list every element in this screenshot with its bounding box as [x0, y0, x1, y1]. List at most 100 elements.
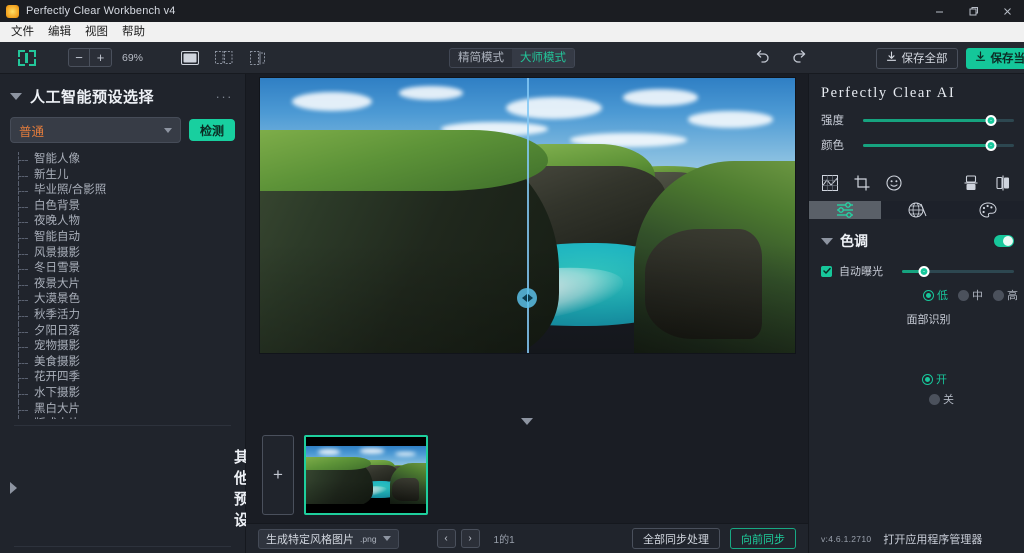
- radio-dot-icon: [958, 289, 969, 301]
- tone-section-toggle[interactable]: [994, 235, 1014, 247]
- zoom-out-button[interactable]: −: [68, 48, 90, 67]
- chevron-right-icon[interactable]: [10, 482, 226, 494]
- global-sliders: 强度 颜色: [809, 112, 1024, 164]
- preset-item[interactable]: 美食摄影: [18, 354, 245, 371]
- preset-item[interactable]: 夕阳日落: [18, 323, 245, 340]
- compare-split-line[interactable]: [527, 78, 529, 353]
- exposure-low-radio[interactable]: 低: [923, 287, 948, 303]
- detect-button[interactable]: 检测: [188, 119, 235, 141]
- side-by-side-view-icon[interactable]: [246, 48, 270, 68]
- zoom-controls: − +: [68, 48, 112, 67]
- next-image-button[interactable]: ›: [460, 529, 480, 548]
- sync-all-button[interactable]: 全部同步处理: [632, 528, 720, 549]
- tab-noise[interactable]: [881, 201, 953, 219]
- right-panel-title: Perfectly Clear AI: [821, 85, 956, 101]
- filmstrip-thumbnail[interactable]: [304, 435, 428, 515]
- menu-bar: 文件 编辑 视图 帮助: [0, 22, 1024, 42]
- face-detect-off-radio[interactable]: 关: [929, 391, 954, 407]
- mode-master-button[interactable]: 大师模式: [512, 48, 574, 67]
- open-app-manager-link[interactable]: 打开应用程序管理器: [883, 531, 982, 547]
- version-label: v:4.6.1.2710: [821, 534, 872, 544]
- color-slider[interactable]: [863, 139, 1014, 151]
- center-area: + 生成特定风格图片 .png ‹ › 1的1 全部同步处理 向前同步: [246, 74, 808, 553]
- minimize-button[interactable]: [922, 0, 956, 22]
- tab-color[interactable]: [952, 201, 1024, 219]
- preset-item[interactable]: 宠物摄影: [18, 339, 245, 355]
- exposure-low-label: 低: [937, 290, 948, 302]
- menu-edit[interactable]: 编辑: [41, 22, 78, 42]
- preset-item[interactable]: 夜景大片: [18, 276, 245, 293]
- chevron-down-icon[interactable]: [821, 237, 833, 245]
- auto-exposure-checkbox[interactable]: [821, 265, 832, 277]
- view-mode-group: [178, 48, 270, 68]
- radio-dot-icon: [923, 289, 934, 301]
- filmstrip-toggle[interactable]: [246, 414, 808, 427]
- ai-preset-menu-icon[interactable]: ···: [216, 89, 234, 104]
- image-nav-buttons: ‹ ›: [436, 529, 480, 548]
- tab-adjustments[interactable]: [809, 201, 881, 219]
- filmstrip: +: [246, 427, 808, 523]
- preset-item[interactable]: 白色背景: [18, 198, 245, 215]
- exposure-mid-radio[interactable]: 中: [958, 287, 983, 303]
- exposure-high-radio[interactable]: 高: [993, 287, 1018, 303]
- chevron-down-icon[interactable]: [521, 418, 533, 425]
- redo-icon[interactable]: [792, 49, 808, 68]
- save-current-label: 保存当: [990, 53, 1024, 65]
- preset-item[interactable]: 新生儿: [18, 167, 245, 184]
- compare-split-icon[interactable]: [962, 174, 980, 192]
- tone-section-header[interactable]: 色调: [809, 219, 1024, 259]
- ai-preset-section-header[interactable]: 人工智能预设选择 ···: [0, 74, 245, 117]
- maximize-button[interactable]: [956, 0, 990, 22]
- radio-dot-icon: [993, 289, 1004, 301]
- menu-file[interactable]: 文件: [4, 22, 41, 42]
- preset-item[interactable]: 黑白大片: [18, 401, 245, 418]
- preset-item[interactable]: 水下摄影: [18, 385, 245, 402]
- crop-icon[interactable]: [853, 174, 871, 192]
- face-detect-off-label: 关: [943, 394, 954, 406]
- face-detect-on-label: 开: [936, 374, 947, 386]
- menu-help[interactable]: 帮助: [115, 22, 152, 42]
- face-icon[interactable]: [885, 174, 903, 192]
- left-panel-divider: [14, 425, 231, 426]
- preset-item[interactable]: 夜晚人物: [18, 214, 245, 230]
- preset-item[interactable]: 风景摄影: [18, 245, 245, 262]
- save-current-button[interactable]: 保存当: [965, 47, 1024, 69]
- exposure-mid-label: 中: [972, 290, 983, 302]
- preview-image[interactable]: [259, 78, 795, 353]
- preset-item[interactable]: 大漠景色: [18, 292, 245, 308]
- preset-select[interactable]: 普通: [10, 117, 181, 143]
- menu-view[interactable]: 视图: [78, 22, 115, 42]
- app-logo-icon: [6, 4, 19, 18]
- compare-side-icon[interactable]: [994, 174, 1012, 192]
- exposure-high-label: 高: [1007, 290, 1018, 302]
- prev-image-button[interactable]: ‹: [436, 529, 456, 548]
- intensity-slider[interactable]: [863, 114, 1014, 126]
- download-icon-green: [975, 51, 986, 65]
- single-view-icon[interactable]: [178, 48, 202, 68]
- save-all-button[interactable]: 保存全部: [875, 47, 958, 69]
- split-view-icon[interactable]: [212, 48, 236, 68]
- preset-item[interactable]: 版式大片: [18, 417, 245, 420]
- preset-item[interactable]: 智能人像: [18, 152, 245, 168]
- other-presets-header[interactable]: 其他预设 ···: [0, 434, 274, 540]
- sync-forward-button[interactable]: 向前同步: [730, 528, 796, 549]
- preset-select-row: 普通 检测: [0, 117, 245, 149]
- mode-simple-button[interactable]: 精简模式: [450, 49, 512, 67]
- preset-item[interactable]: 冬日雪景: [18, 261, 245, 277]
- brand-logo-icon: [16, 48, 38, 68]
- split-compare-handle[interactable]: [517, 288, 537, 308]
- window-controls: [922, 0, 1024, 22]
- face-detect-on-radio[interactable]: 开: [922, 371, 947, 387]
- preset-item[interactable]: 智能自动: [18, 229, 245, 246]
- add-image-button[interactable]: +: [262, 435, 294, 515]
- preset-item[interactable]: 花开四季: [18, 370, 245, 386]
- chevron-down-icon[interactable]: [10, 93, 22, 100]
- preset-item[interactable]: 秋季活力: [18, 307, 245, 324]
- auto-exposure-slider[interactable]: [902, 265, 1014, 277]
- file-name-select[interactable]: 生成特定风格图片 .png: [258, 528, 399, 549]
- histogram-icon[interactable]: [821, 174, 839, 192]
- zoom-in-button[interactable]: +: [90, 48, 112, 67]
- preset-item[interactable]: 毕业照/合影照: [18, 183, 245, 199]
- close-button[interactable]: [990, 0, 1024, 22]
- undo-icon[interactable]: [754, 49, 770, 68]
